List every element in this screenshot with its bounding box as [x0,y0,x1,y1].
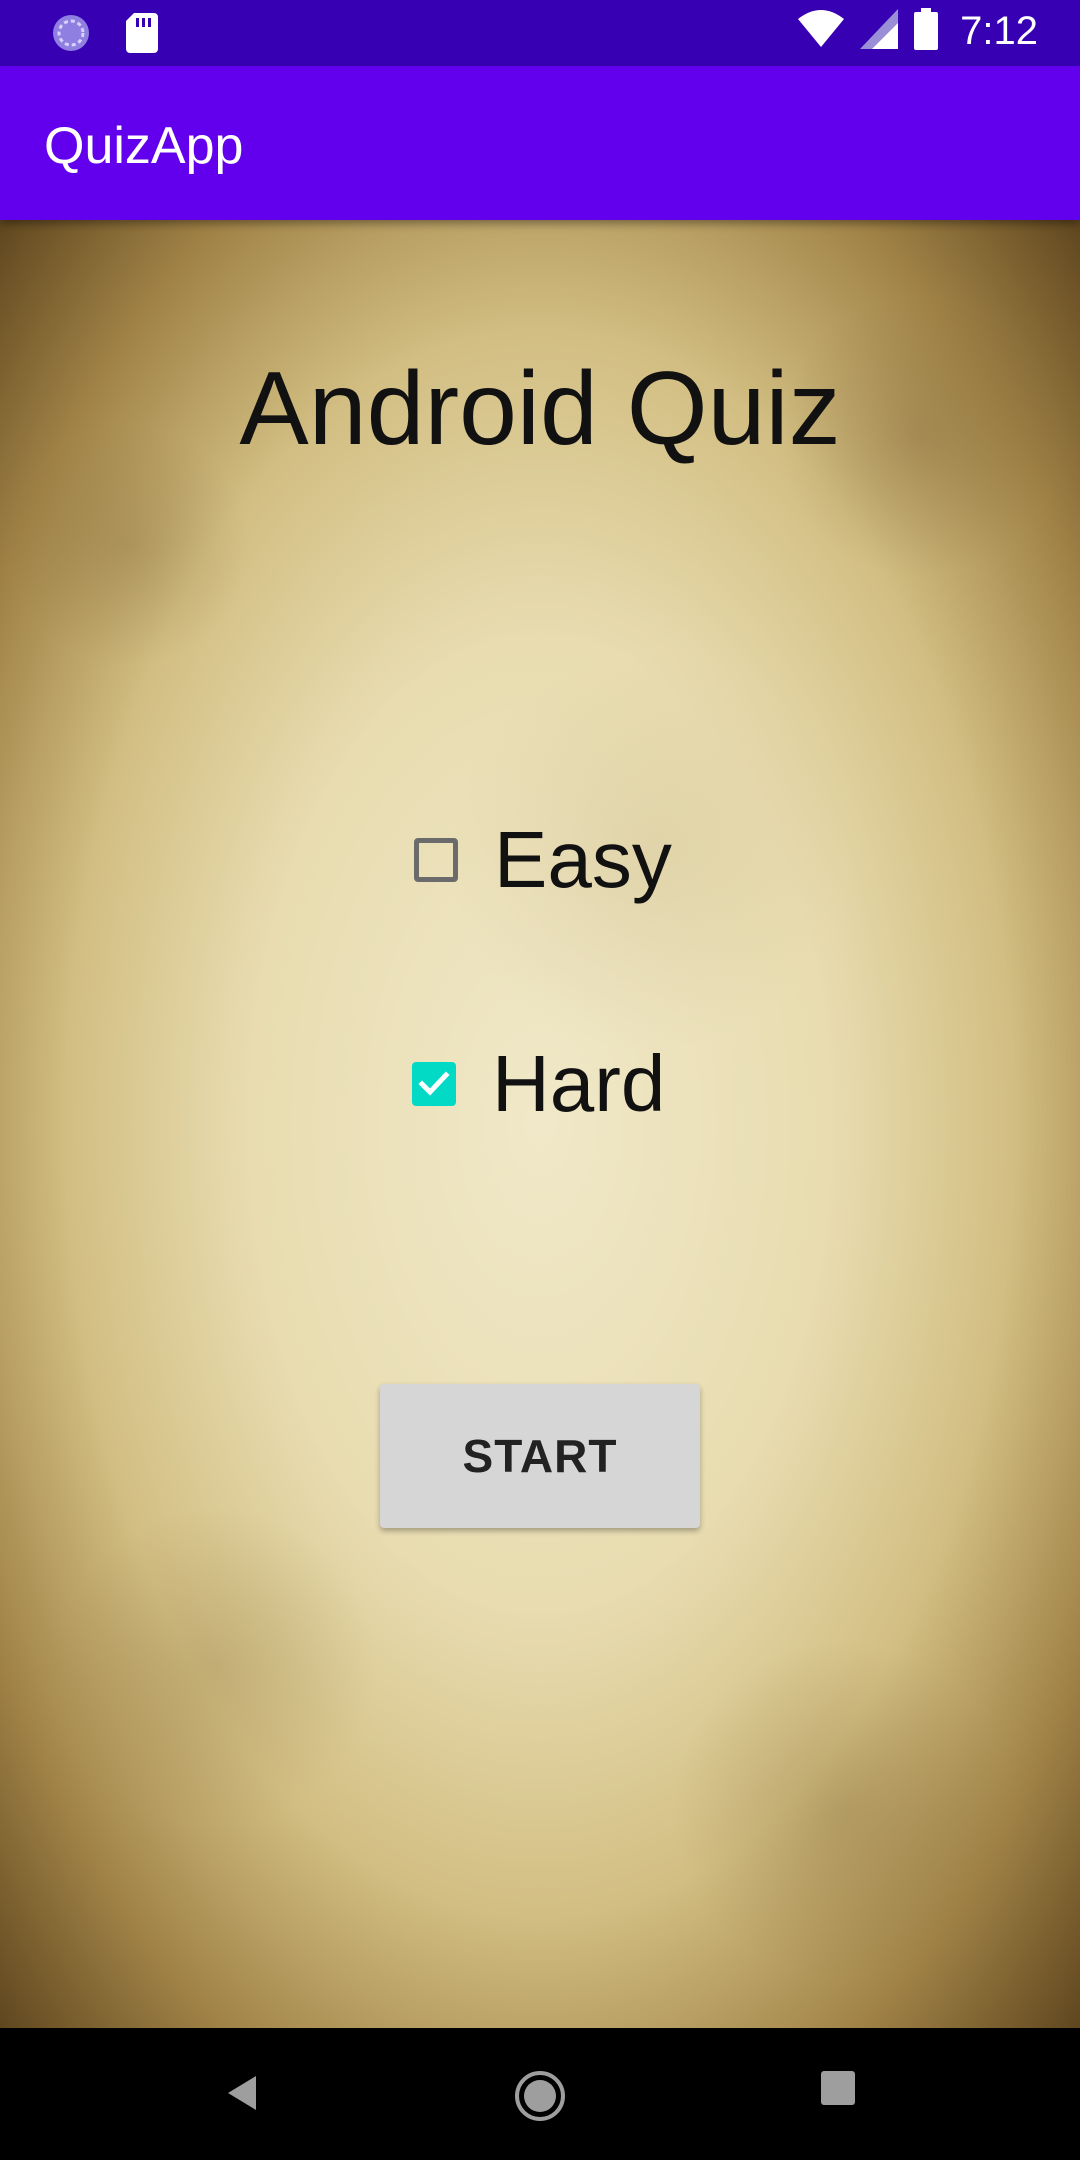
hard-checkbox-option[interactable]: Hard [412,1038,665,1130]
hard-label[interactable]: Hard [492,1038,665,1130]
hard-checkbox[interactable] [412,1062,456,1106]
status-left-icons [50,12,158,59]
app-bar: QuizApp [0,66,1080,220]
page-title: Android Quiz [239,351,841,467]
easy-checkbox-option[interactable]: Easy [414,814,672,906]
easy-checkbox[interactable] [414,838,458,882]
recents-button[interactable] [818,2068,858,2108]
check-icon [418,1071,450,1096]
back-icon [228,2076,256,2110]
home-icon [515,2071,565,2121]
wifi-icon [798,9,845,54]
start-button[interactable]: START [380,1384,700,1528]
recents-icon [821,2071,855,2105]
home-button[interactable] [512,2068,568,2124]
sync-icon [50,12,92,59]
sd-card-icon [126,13,158,58]
battery-icon [914,8,939,55]
quiz-screen: Android Quiz Easy Hard START [0,220,1080,2028]
status-time: 7:12 [960,9,1038,53]
navigation-bar [0,2028,1080,2160]
easy-label[interactable]: Easy [494,814,672,906]
back-button[interactable] [218,2068,268,2118]
status-bar: 7:12 [0,0,1080,66]
status-right-icons: 7:12 [798,8,1038,55]
app-title: QuizApp [44,117,244,175]
signal-icon [860,9,899,54]
